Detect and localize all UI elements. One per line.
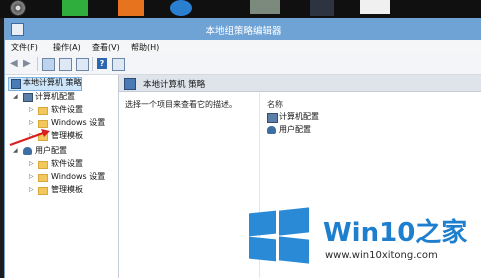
tree-item-windows-settings[interactable]: ▷ Windows 设置 (29, 171, 117, 183)
app-tile-icon[interactable] (310, 0, 334, 16)
folder-icon (38, 187, 48, 195)
folder-icon (38, 107, 48, 115)
forward-arrow-icon[interactable]: ▶ (23, 58, 31, 70)
navigation-tree: 本地计算机 策略 ◢ 计算机配置 ▷ 软件设置 ▷ Windows 设置 ▷ 管… (5, 75, 119, 278)
list-item-computer-config[interactable]: 计算机配置 (267, 111, 347, 123)
toolbar: ◀ ▶ ? (5, 54, 481, 75)
expand-triangle-icon[interactable]: ▷ (29, 158, 34, 170)
folder-icon (38, 120, 48, 128)
tree-root-local-policy[interactable]: 本地计算机 策略 (9, 77, 89, 89)
app-tile-icon[interactable] (62, 0, 88, 16)
menu-file[interactable]: 文件(F) (11, 42, 38, 53)
list-item-user-config[interactable]: 用户配置 (267, 124, 347, 136)
desktop-app-strip (0, 0, 481, 18)
description-text: 选择一个项目来查看它的描述。 (125, 100, 237, 109)
title-bar: 本地组策略编辑器 (5, 18, 481, 40)
window-title: 本地组策略编辑器 (205, 26, 282, 37)
menu-bar: 文件(F) 操作(A) 查看(V) 帮助(H) (5, 40, 481, 54)
windows-logo-icon (249, 207, 311, 264)
properties-icon[interactable] (59, 58, 72, 71)
watermark-url: www.win10xitong.com (325, 250, 438, 261)
expand-triangle-icon[interactable]: ▷ (29, 104, 34, 116)
media-app-icon[interactable] (10, 0, 26, 16)
tree-view-icon[interactable] (42, 58, 55, 71)
toolbar-divider (92, 57, 93, 71)
tree-item-admin-templates[interactable]: ▷ 管理模板 (29, 184, 117, 196)
user-icon (267, 126, 276, 134)
user-icon (23, 147, 32, 155)
expand-triangle-icon[interactable]: ▷ (29, 171, 34, 183)
back-arrow-icon[interactable]: ◀ (10, 58, 18, 70)
annotation-arrow-icon (9, 129, 50, 146)
export-icon[interactable] (76, 58, 89, 71)
tree-item-software-settings[interactable]: ▷ 软件设置 (29, 158, 117, 170)
computer-icon (23, 93, 33, 102)
policy-icon (124, 78, 136, 90)
menu-action[interactable]: 操作(A) (53, 42, 81, 53)
column-header-name[interactable]: 名称 (267, 99, 283, 110)
app-tile-icon[interactable] (170, 0, 192, 16)
app-tile-icon[interactable] (360, 0, 390, 14)
folder-icon (38, 174, 48, 182)
collapse-triangle-icon[interactable]: ◢ (13, 91, 18, 103)
computer-icon (267, 113, 278, 123)
details-header: 本地计算机 策略 (119, 75, 481, 92)
help-icon[interactable]: ? (97, 58, 107, 69)
details-header-title: 本地计算机 策略 (143, 80, 206, 90)
thumbnail-icon[interactable] (250, 0, 280, 14)
expand-triangle-icon[interactable]: ▷ (29, 184, 34, 196)
app-tile-icon[interactable] (118, 0, 144, 16)
menu-help[interactable]: 帮助(H) (131, 42, 159, 53)
menu-view[interactable]: 查看(V) (92, 42, 120, 53)
toolbar-divider (37, 57, 38, 71)
filter-icon[interactable] (112, 58, 125, 71)
folder-icon (38, 161, 48, 169)
watermark-brand: Win10之家 (323, 218, 468, 248)
tree-item-computer-config[interactable]: ◢ 计算机配置 (13, 91, 113, 103)
policy-icon (11, 79, 21, 89)
tree-item-software-settings[interactable]: ▷ 软件设置 (29, 104, 117, 116)
